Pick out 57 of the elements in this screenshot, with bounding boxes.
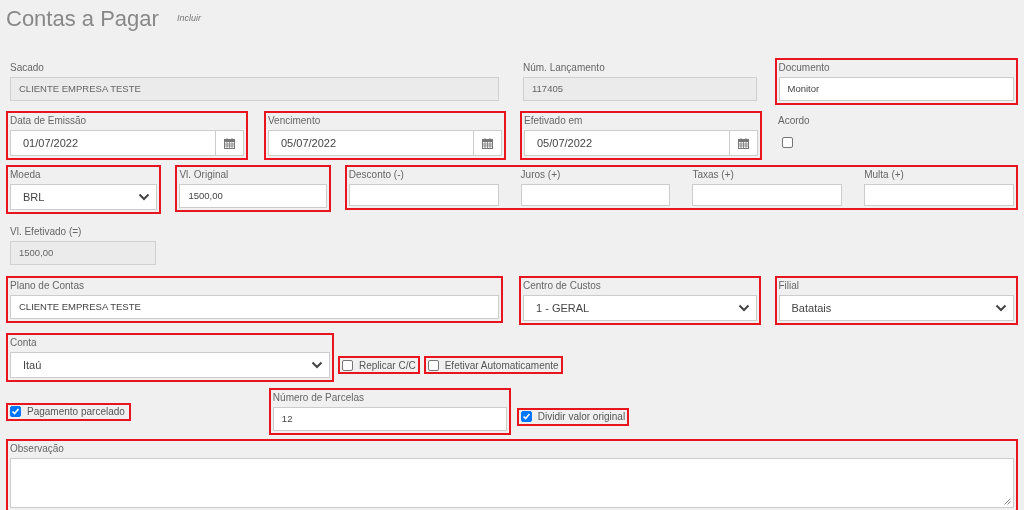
chevron-down-icon — [311, 361, 323, 369]
input-field: CLIENTE EMPRESA TESTE — [10, 77, 499, 101]
calendar-icon — [738, 137, 749, 149]
input-field[interactable] — [864, 184, 1015, 206]
page-subtitle: Incluir — [176, 12, 201, 25]
field-label: Data de Emissão — [10, 115, 88, 127]
page-title: Contas a Pagar — [6, 5, 159, 33]
calendar-icon — [224, 137, 235, 149]
input-field[interactable] — [348, 184, 499, 206]
checkbox-label: Dividir valor original — [537, 410, 626, 424]
chevron-down-icon — [995, 304, 1007, 312]
checkbox[interactable] — [520, 411, 532, 422]
field-label: Vl. Efetivado (=) — [10, 226, 83, 238]
input-field[interactable]: 1500,00 — [179, 184, 327, 208]
field-label: Documento — [778, 62, 831, 74]
field-label: Número de Parcelas — [272, 392, 365, 404]
input-field[interactable]: 12 — [272, 407, 507, 431]
field-label: Plano de Contas — [10, 280, 85, 292]
field-label: Sacado — [10, 62, 45, 74]
chevron-down-icon — [138, 193, 151, 201]
date-field[interactable]: 01/07/2022 — [10, 130, 244, 156]
resize-handle-icon[interactable] — [1004, 498, 1011, 505]
date-field[interactable]: 05/07/2022 — [268, 130, 502, 156]
input-field[interactable]: CLIENTE EMPRESA TESTE — [10, 295, 499, 319]
field-label: Filial — [778, 280, 801, 292]
checkbox-label: Pagamento parcelado — [27, 405, 125, 419]
field-label: Moeda — [10, 169, 42, 181]
field-label: Juros (+) — [520, 169, 562, 181]
select-dropdown[interactable]: Itaú — [10, 352, 330, 378]
select-dropdown[interactable]: 1 - GERAL — [523, 295, 757, 321]
checkbox[interactable] — [427, 359, 439, 371]
field-label: Desconto (-) — [348, 169, 405, 181]
input-field[interactable]: Monitor — [778, 77, 1014, 101]
chevron-down-icon — [737, 304, 750, 312]
field-label: Acordo — [778, 115, 811, 127]
input-field[interactable] — [520, 184, 671, 206]
field-label: Observação — [10, 443, 65, 455]
input-field: 1500,00 — [10, 241, 156, 265]
calendar-icon — [482, 137, 493, 149]
field-label: Centro de Custos — [523, 280, 602, 292]
field-label: Vl. Original — [179, 169, 230, 181]
input-field: 117405 — [523, 77, 757, 101]
field-label: Efetivado em — [524, 115, 584, 127]
field-label: Vencimento — [268, 115, 322, 127]
checkbox[interactable] — [10, 406, 21, 417]
field-label: Núm. Lançamento — [523, 62, 606, 74]
field-label: Multa (+) — [864, 169, 905, 181]
select-dropdown[interactable]: Batatais — [778, 295, 1014, 321]
checkbox[interactable] — [782, 136, 793, 148]
checkbox[interactable] — [342, 359, 353, 371]
field-label: Conta — [10, 337, 38, 349]
select-dropdown[interactable]: BRL — [10, 184, 158, 210]
date-field[interactable]: 05/07/2022 — [524, 130, 758, 156]
field-label: Taxas (+) — [692, 169, 735, 181]
checkbox-label: Efetivar Automaticamente — [444, 358, 559, 373]
input-field[interactable] — [692, 184, 843, 206]
checkbox-label: Replicar C/C — [359, 358, 416, 373]
